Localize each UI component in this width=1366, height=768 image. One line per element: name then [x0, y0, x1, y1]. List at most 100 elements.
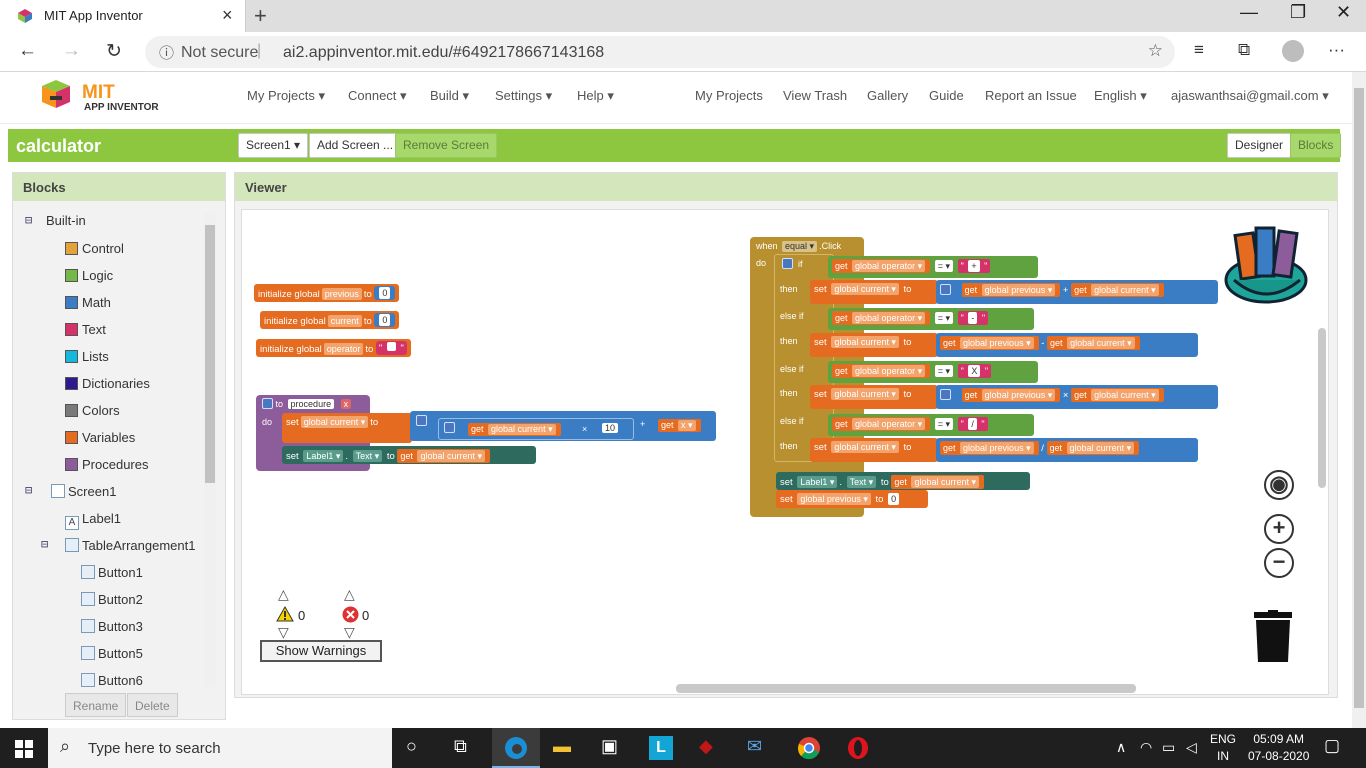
get-previous-block[interactable]: get global previous ▾: [961, 283, 1061, 297]
text-field[interactable]: +: [968, 260, 980, 272]
set-current-plus-block[interactable]: set global current ▾ to: [810, 280, 938, 304]
next-warning-icon[interactable]: ▽: [278, 624, 289, 641]
var-dropdown[interactable]: x ▾: [678, 420, 696, 431]
compare-dropdown[interactable]: = ▾: [934, 418, 954, 430]
link-guide[interactable]: Guide: [929, 88, 964, 103]
divide-expr-block[interactable]: get global previous ▾ / get global curre…: [936, 438, 1198, 462]
category-variables[interactable]: Variables: [65, 430, 135, 445]
restore-icon[interactable]: ❐: [1290, 2, 1306, 23]
var-dropdown[interactable]: global current ▾: [1091, 284, 1159, 296]
collections-icon[interactable]: ⧉: [1238, 40, 1250, 60]
var-dropdown[interactable]: global operator ▾: [852, 418, 926, 430]
set-previous-block[interactable]: set global previous ▾ to 0: [776, 490, 928, 508]
var-dropdown[interactable]: global current ▾: [417, 450, 485, 462]
taskbar-clock[interactable]: 05:09 AM 07-08-2020: [1248, 731, 1309, 765]
var-dropdown[interactable]: global operator ▾: [852, 312, 926, 324]
var-dropdown[interactable]: global current ▾: [831, 336, 899, 348]
zoom-in-icon[interactable]: +: [1264, 514, 1294, 544]
var-dropdown[interactable]: global previous ▾: [981, 284, 1056, 296]
tree-table-arrangement[interactable]: TableArrangement1: [65, 538, 195, 553]
category-dictionaries[interactable]: Dictionaries: [65, 376, 150, 391]
mutator-gear-icon[interactable]: [940, 284, 951, 295]
category-colors[interactable]: Colors: [65, 403, 120, 418]
wifi-icon[interactable]: ◠: [1140, 739, 1152, 756]
more-icon[interactable]: ···: [1328, 40, 1345, 60]
number-block[interactable]: 0: [374, 313, 396, 327]
collapse-builtin-icon[interactable]: ⊟: [25, 213, 32, 227]
init-global-current-block[interactable]: initialize global current to 0: [260, 311, 400, 329]
compare-div-block[interactable]: get global operator ▾ = ▾ " / ": [828, 414, 1034, 436]
category-logic[interactable]: Logic: [65, 268, 113, 283]
favorites-list-icon[interactable]: ≡: [1194, 40, 1204, 60]
var-dropdown[interactable]: global current ▾: [831, 388, 899, 400]
var-dropdown[interactable]: global current ▾: [831, 441, 899, 453]
link-gallery[interactable]: Gallery: [867, 88, 908, 103]
set-current-times-block[interactable]: set global current ▾ to: [810, 385, 938, 409]
compare-minus-block[interactable]: get global operator ▾ = ▾ " - ": [828, 308, 1034, 330]
screen-select[interactable]: Screen1 ▾: [238, 133, 309, 158]
link-my-projects[interactable]: My Projects: [695, 88, 763, 103]
get-current-block[interactable]: get global current ▾: [1046, 441, 1140, 455]
designer-button[interactable]: Designer: [1227, 133, 1292, 158]
menu-help[interactable]: Help ▾: [577, 88, 614, 104]
set-current-divide-block[interactable]: set global current ▾ to: [810, 438, 938, 462]
var-dropdown[interactable]: global previous ▾: [960, 442, 1034, 454]
var-dropdown[interactable]: global current ▾: [300, 416, 369, 428]
var-dropdown[interactable]: global operator ▾: [852, 260, 926, 272]
tree-builtin[interactable]: Built-in: [46, 213, 86, 228]
collapse-screen1-icon[interactable]: ⊟: [25, 483, 32, 497]
compare-x-block[interactable]: get global operator ▾ = ▾ " X ": [828, 361, 1038, 383]
property-dropdown[interactable]: Text ▾: [846, 476, 877, 488]
text-field[interactable]: /: [968, 418, 977, 430]
text-field[interactable]: [386, 342, 396, 351]
new-tab-icon[interactable]: +: [254, 3, 267, 29]
category-lists[interactable]: Lists: [65, 349, 109, 364]
text-field[interactable]: -: [968, 312, 978, 324]
input-language[interactable]: ENG IN: [1210, 731, 1236, 765]
category-math[interactable]: Math: [65, 295, 111, 310]
get-current-block[interactable]: get global current ▾: [1047, 336, 1140, 350]
minimize-icon[interactable]: —: [1240, 2, 1258, 23]
text-div-block[interactable]: " / ": [957, 417, 988, 431]
remove-screen-button[interactable]: Remove Screen: [395, 133, 498, 158]
prev-error-icon[interactable]: △: [344, 586, 355, 603]
text-minus-block[interactable]: " - ": [957, 311, 989, 325]
opera-icon[interactable]: [846, 736, 870, 760]
subtract-expr-block[interactable]: get global previous ▾ - get global curre…: [936, 333, 1198, 357]
number-field[interactable]: 0: [888, 493, 900, 505]
get-operator-block[interactable]: get global operator ▾: [832, 311, 931, 325]
add-expr-block[interactable]: get global previous ▾ + get global curre…: [936, 280, 1218, 304]
category-procedures[interactable]: Procedures: [65, 457, 148, 472]
menu-build[interactable]: Build ▾: [430, 88, 469, 104]
forward-icon[interactable]: →: [62, 40, 81, 62]
text-field[interactable]: X: [968, 365, 981, 377]
get-current-block[interactable]: get global current ▾: [1071, 283, 1164, 297]
number-field[interactable]: 0: [379, 314, 391, 326]
info-icon[interactable]: ⓘ: [159, 42, 174, 63]
menu-my-projects[interactable]: My Projects ▾: [247, 88, 325, 104]
cortana-icon[interactable]: ○: [406, 736, 417, 757]
store-icon[interactable]: ▣: [601, 736, 618, 757]
compare-plus-block[interactable]: get global operator ▾ = ▾ " + ": [828, 256, 1038, 278]
get-current-block[interactable]: get global current ▾: [397, 449, 490, 463]
menu-settings[interactable]: Settings ▾: [495, 88, 552, 104]
var-dropdown[interactable]: global current ▾: [488, 424, 556, 435]
tree-button3[interactable]: Button3: [81, 619, 143, 634]
var-dropdown[interactable]: global operator ▾: [852, 365, 926, 377]
get-current-block[interactable]: get global current ▾: [1071, 388, 1164, 402]
mutator-gear-icon[interactable]: [940, 389, 951, 400]
tree-button1[interactable]: Button1: [81, 565, 143, 580]
text-x-block[interactable]: " X ": [957, 364, 992, 378]
category-control[interactable]: Control: [65, 241, 124, 256]
init-global-previous-block[interactable]: initialize global previous to 0: [254, 284, 400, 302]
var-dropdown[interactable]: global previous ▾: [981, 389, 1056, 401]
battery-icon[interactable]: ▭: [1162, 739, 1175, 756]
tab-close-icon[interactable]: ×: [222, 5, 233, 26]
compare-dropdown[interactable]: = ▾: [934, 365, 954, 377]
recenter-icon[interactable]: ◉: [1264, 470, 1294, 500]
compare-dropdown[interactable]: = ▾: [934, 260, 954, 272]
workspace-horizontal-scrollbar[interactable]: [676, 684, 1136, 693]
mcafee-icon[interactable]: ◆: [699, 736, 713, 757]
tree-screen1[interactable]: Screen1: [51, 484, 116, 499]
init-global-operator-block[interactable]: initialize global operator to " ": [256, 339, 411, 357]
